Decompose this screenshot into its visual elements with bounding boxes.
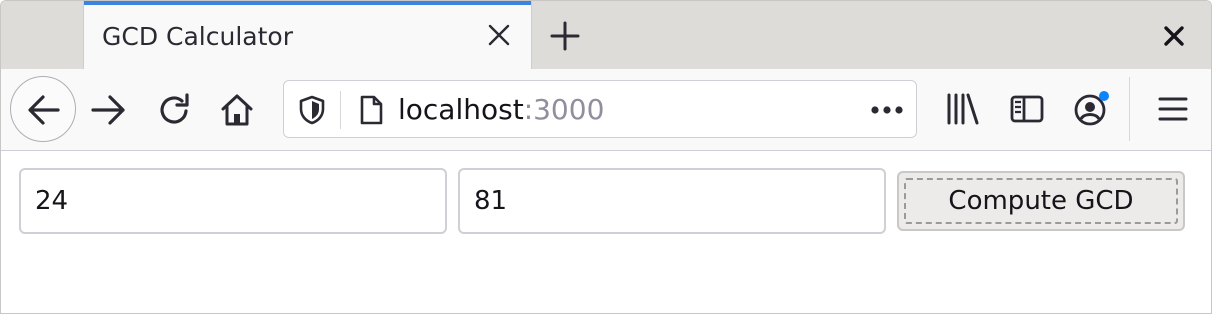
home-icon[interactable]	[218, 91, 256, 129]
close-icon[interactable]	[487, 23, 511, 47]
plus-icon[interactable]	[549, 20, 581, 52]
arrow-right-icon[interactable]	[90, 91, 128, 129]
account-icon[interactable]	[1073, 91, 1109, 127]
url-separator	[340, 91, 341, 129]
navigation-toolbar: localhost:3000	[1, 69, 1211, 151]
shield-icon[interactable]	[298, 95, 326, 125]
url-text[interactable]: localhost:3000	[398, 91, 604, 129]
account-badge	[1099, 91, 1109, 101]
browser-window: GCD Calculator localhost:3000 24 81 Comp…	[0, 0, 1212, 314]
second-number-input[interactable]	[458, 168, 886, 234]
window-close-icon[interactable]	[1163, 25, 1185, 47]
active-tab-indicator	[84, 1, 531, 5]
url-bar[interactable]: localhost:3000	[283, 80, 917, 138]
tab-gcd-calculator[interactable]: GCD Calculator	[83, 1, 532, 69]
hamburger-menu-icon[interactable]	[1155, 91, 1191, 127]
sidebar-icon[interactable]	[1009, 91, 1045, 127]
url-port: :3000	[523, 93, 605, 126]
tab-title: GCD Calculator	[102, 22, 293, 51]
tab-strip: GCD Calculator	[1, 1, 1211, 69]
back-button[interactable]	[10, 76, 76, 142]
compute-gcd-button[interactable]: Compute GCD	[897, 171, 1185, 231]
page-content: Compute GCD	[1, 152, 1211, 313]
url-host: localhost	[398, 93, 524, 126]
first-number-input[interactable]	[19, 168, 447, 234]
more-horizontal-icon[interactable]	[870, 105, 904, 115]
toolbar-separator	[1129, 77, 1130, 141]
compute-gcd-label: Compute GCD	[948, 186, 1134, 216]
reload-icon[interactable]	[155, 91, 193, 129]
page-icon[interactable]	[358, 95, 384, 125]
library-icon[interactable]	[945, 91, 981, 127]
arrow-left-icon	[28, 95, 60, 125]
